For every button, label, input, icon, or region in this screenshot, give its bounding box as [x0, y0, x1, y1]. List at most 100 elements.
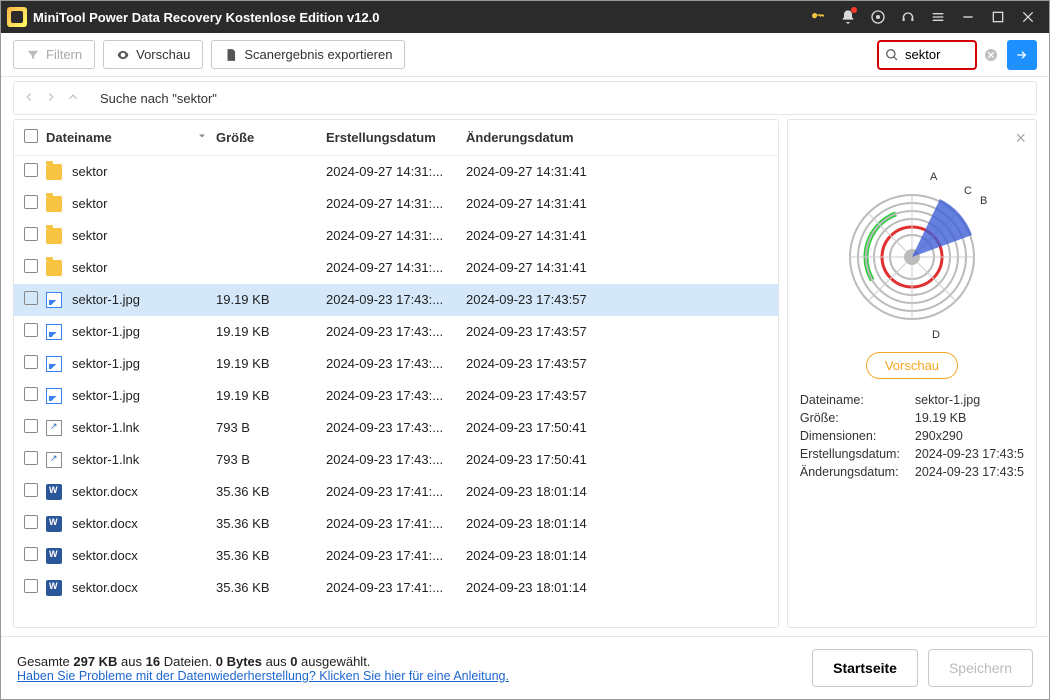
file-cdate: 2024-09-23 17:41:... [326, 484, 466, 499]
file-cdate: 2024-09-23 17:43:... [326, 292, 466, 307]
sort-icon [196, 130, 208, 145]
file-lnk-icon [46, 452, 62, 468]
meta-size-value: 19.19 KB [915, 411, 1024, 425]
file-table: Dateiname Größe Erstellungsdatum Änderun… [13, 119, 779, 628]
nav-forward-icon[interactable] [44, 90, 58, 107]
row-checkbox[interactable] [24, 419, 38, 433]
meta-mdate-value: 2024-09-23 17:43:5 [915, 465, 1024, 479]
filter-button[interactable]: Filtern [13, 40, 95, 69]
row-checkbox[interactable] [24, 291, 38, 305]
bell-icon[interactable] [833, 1, 863, 33]
search-input[interactable] [905, 47, 969, 62]
select-all-checkbox[interactable] [24, 129, 38, 143]
file-docx-icon [46, 484, 62, 500]
save-button[interactable]: Speichern [928, 649, 1033, 687]
row-checkbox[interactable] [24, 451, 38, 465]
table-header: Dateiname Größe Erstellungsdatum Änderun… [14, 120, 778, 156]
row-checkbox[interactable] [24, 547, 38, 561]
table-row[interactable]: sektor.docx35.36 KB2024-09-23 17:41:...2… [14, 508, 778, 540]
row-checkbox[interactable] [24, 387, 38, 401]
row-checkbox[interactable] [24, 227, 38, 241]
row-checkbox[interactable] [24, 355, 38, 369]
export-button[interactable]: Scanergebnis exportieren [211, 40, 405, 69]
chart-label-c: C [964, 185, 972, 197]
table-row[interactable]: sektor.docx35.36 KB2024-09-23 17:41:...2… [14, 540, 778, 572]
file-docx-icon [46, 516, 62, 532]
file-name: sektor-1.jpg [72, 356, 140, 371]
meta-dim-label: Dimensionen: [800, 429, 915, 443]
file-lnk-icon [46, 420, 62, 436]
row-checkbox[interactable] [24, 515, 38, 529]
headphones-icon[interactable] [893, 1, 923, 33]
search-box[interactable] [877, 40, 977, 70]
meta-size-label: Größe: [800, 411, 915, 425]
table-row[interactable]: sektor-1.jpg19.19 KB2024-09-23 17:43:...… [14, 316, 778, 348]
file-docx-icon [46, 580, 62, 596]
preview-button[interactable]: Vorschau [103, 40, 203, 69]
table-row[interactable]: sektor-1.lnk793 B2024-09-23 17:43:...202… [14, 412, 778, 444]
row-checkbox[interactable] [24, 483, 38, 497]
file-name: sektor.docx [72, 516, 138, 531]
table-row[interactable]: sektor-1.jpg19.19 KB2024-09-23 17:43:...… [14, 348, 778, 380]
row-checkbox[interactable] [24, 163, 38, 177]
export-label: Scanergebnis exportieren [244, 47, 392, 62]
file-folder-icon [46, 164, 62, 180]
key-icon[interactable] [803, 1, 833, 33]
table-row[interactable]: sektor2024-09-27 14:31:...2024-09-27 14:… [14, 188, 778, 220]
table-row[interactable]: sektor2024-09-27 14:31:...2024-09-27 14:… [14, 252, 778, 284]
file-cdate: 2024-09-23 17:41:... [326, 516, 466, 531]
file-mdate: 2024-09-27 14:31:41 [466, 164, 626, 179]
col-cdate[interactable]: Erstellungsdatum [326, 130, 466, 145]
table-row[interactable]: sektor2024-09-27 14:31:...2024-09-27 14:… [14, 220, 778, 252]
file-mdate: 2024-09-23 17:43:57 [466, 324, 626, 339]
search-group [877, 40, 1037, 70]
minimize-icon[interactable] [953, 1, 983, 33]
nav-back-icon[interactable] [22, 90, 36, 107]
disc-icon[interactable] [863, 1, 893, 33]
file-cdate: 2024-09-23 17:43:... [326, 452, 466, 467]
footer: Gesamte 297 KB aus 16 Dateien. 0 Bytes a… [1, 636, 1049, 699]
file-name: sektor-1.jpg [72, 388, 140, 403]
file-img-icon [46, 292, 62, 308]
content: Dateiname Größe Erstellungsdatum Änderun… [1, 119, 1049, 636]
col-mdate[interactable]: Änderungsdatum [466, 130, 626, 145]
maximize-icon[interactable] [983, 1, 1013, 33]
table-row[interactable]: sektor.docx35.36 KB2024-09-23 17:41:...2… [14, 572, 778, 604]
file-size: 19.19 KB [216, 292, 326, 307]
table-row[interactable]: sektor.docx35.36 KB2024-09-23 17:41:...2… [14, 476, 778, 508]
file-folder-icon [46, 196, 62, 212]
meta-mdate-label: Änderungsdatum: [800, 465, 915, 479]
titlebar: MiniTool Power Data Recovery Kostenlose … [1, 1, 1049, 33]
meta-dim-value: 290x290 [915, 429, 1024, 443]
search-clear-icon[interactable] [977, 40, 1005, 70]
preview-open-button[interactable]: Vorschau [866, 352, 958, 379]
chart-label-d: D [932, 329, 940, 341]
file-cdate: 2024-09-23 17:41:... [326, 580, 466, 595]
table-row[interactable]: sektor-1.jpg 19.19 KB2024-09-23 17:43:...… [14, 284, 778, 316]
file-name: sektor-1.jpg [72, 292, 140, 307]
col-name[interactable]: Dateiname [46, 130, 112, 145]
row-checkbox[interactable] [24, 195, 38, 209]
nav-up-icon[interactable] [66, 90, 80, 107]
table-row[interactable]: sektor-1.lnk793 B2024-09-23 17:43:...202… [14, 444, 778, 476]
menu-icon[interactable] [923, 1, 953, 33]
col-size[interactable]: Größe [216, 130, 326, 145]
meta-name-value: sektor-1.jpg [915, 393, 1024, 407]
file-cdate: 2024-09-23 17:43:... [326, 420, 466, 435]
home-button[interactable]: Startseite [812, 649, 918, 687]
table-row[interactable]: sektor-1.jpg19.19 KB2024-09-23 17:43:...… [14, 380, 778, 412]
table-body[interactable]: sektor2024-09-27 14:31:...2024-09-27 14:… [14, 156, 778, 627]
row-checkbox[interactable] [24, 259, 38, 273]
file-size: 793 B [216, 420, 326, 435]
table-row[interactable]: sektor2024-09-27 14:31:...2024-09-27 14:… [14, 156, 778, 188]
search-go-button[interactable] [1007, 40, 1037, 70]
row-checkbox[interactable] [24, 579, 38, 593]
file-folder-icon [46, 228, 62, 244]
file-cdate: 2024-09-27 14:31:... [326, 260, 466, 275]
file-mdate: 2024-09-23 18:01:14 [466, 548, 626, 563]
panel-close-icon[interactable]: × [1015, 128, 1026, 149]
help-link[interactable]: Haben Sie Probleme mit der Datenwiederhe… [17, 669, 509, 683]
close-icon[interactable] [1013, 1, 1043, 33]
breadcrumb: Suche nach "sektor" [13, 81, 1037, 115]
row-checkbox[interactable] [24, 323, 38, 337]
